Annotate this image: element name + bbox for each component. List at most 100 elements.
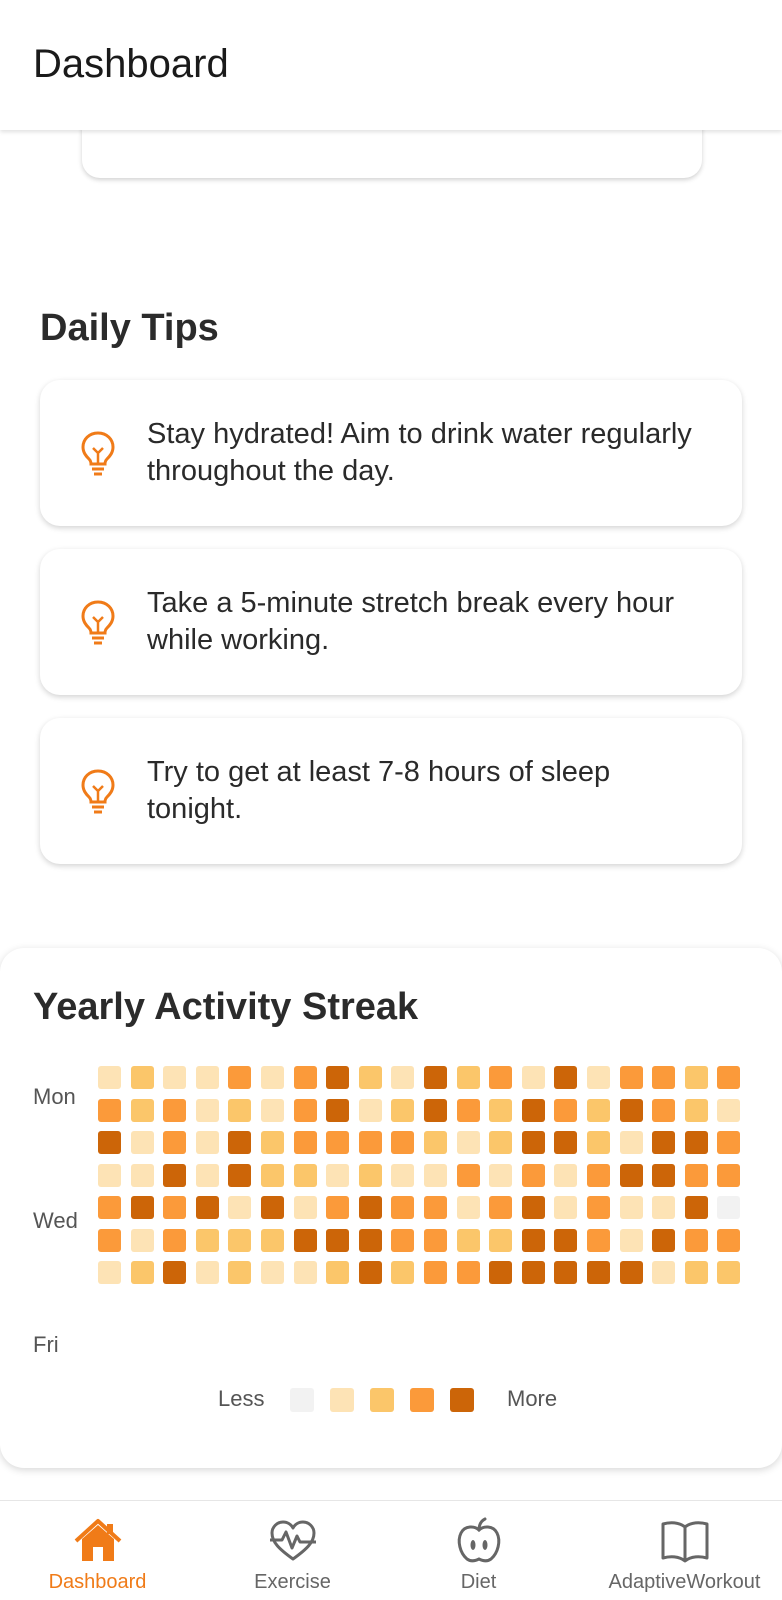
heatmap-cell xyxy=(228,1066,252,1089)
heatmap-cell xyxy=(326,1098,350,1122)
heatmap-cell xyxy=(98,1131,121,1154)
heatmap-cell xyxy=(391,1066,415,1089)
nav-item-exercise[interactable]: Exercise xyxy=(195,1501,390,1600)
heatmap-cell xyxy=(489,1261,513,1284)
heatmap-cell xyxy=(293,1196,317,1219)
heatmap-cell xyxy=(456,1131,480,1154)
heatmap-cell xyxy=(228,1163,252,1187)
heatmap-cell xyxy=(358,1261,382,1284)
heatmap-cell xyxy=(163,1131,187,1154)
heatmap-cell xyxy=(489,1066,513,1089)
heatmap-cell xyxy=(717,1163,741,1187)
legend-swatch-1 xyxy=(330,1388,354,1412)
heatmap-cell xyxy=(228,1131,252,1154)
heatmap-cell xyxy=(554,1196,578,1219)
heatmap-cell xyxy=(423,1098,447,1122)
heatmap-cell xyxy=(423,1131,447,1154)
nav-item-adaptiveworkout[interactable]: AdaptiveWorkout xyxy=(587,1501,782,1600)
heatmap-cell xyxy=(586,1098,610,1122)
heatmap-cell xyxy=(652,1131,676,1154)
heatmap-cell xyxy=(456,1163,480,1187)
heatmap-cell xyxy=(521,1066,545,1089)
heatmap-cell xyxy=(521,1098,545,1122)
heatmap-cell xyxy=(489,1131,513,1154)
legend-swatch-2 xyxy=(370,1388,394,1412)
heatmap-cell xyxy=(456,1066,480,1089)
heatmap-cell xyxy=(163,1261,187,1284)
heatmap-cell xyxy=(652,1261,676,1284)
heatmap-cell xyxy=(391,1228,415,1252)
nav-label-dashboard: Dashboard xyxy=(48,1571,147,1593)
heatmap-cell xyxy=(260,1163,284,1187)
heatmap-cell xyxy=(586,1131,610,1154)
tip-card: Stay hydrated! Aim to drink water regula… xyxy=(40,380,742,526)
heatmap-cell xyxy=(619,1261,643,1284)
heatmap-cell xyxy=(489,1098,513,1122)
nav-item-diet[interactable]: Diet xyxy=(381,1501,576,1600)
lightbulb-icon xyxy=(81,769,115,814)
heatmap-cell xyxy=(98,1228,121,1252)
heatmap-cell xyxy=(195,1163,219,1187)
heatmap-cell xyxy=(684,1228,708,1252)
heatmap-cell xyxy=(456,1261,480,1284)
heatmap-cell xyxy=(684,1163,708,1187)
heatmap-cell xyxy=(228,1196,252,1219)
heatmap-cell xyxy=(391,1163,415,1187)
heatmap-cell xyxy=(586,1228,610,1252)
heatmap-cell xyxy=(195,1228,219,1252)
heatmap-cell xyxy=(195,1131,219,1154)
heatmap-cell xyxy=(489,1163,513,1187)
heatmap-cell xyxy=(684,1131,708,1154)
heatmap-cell xyxy=(98,1098,121,1122)
heatmap-cell xyxy=(554,1066,578,1089)
heatmap-cell xyxy=(423,1261,447,1284)
heatmap-cell xyxy=(98,1261,121,1284)
heatmap-cell xyxy=(358,1098,382,1122)
heatmap-cell xyxy=(163,1196,187,1219)
legend-swatch-4 xyxy=(450,1388,474,1412)
heatmap-cell xyxy=(619,1228,643,1252)
lightbulb-icon xyxy=(81,431,115,476)
daily-tips-title: Daily Tips xyxy=(40,307,219,349)
heatmap-cell xyxy=(195,1261,219,1284)
heatmap-cell xyxy=(293,1261,317,1284)
heatmap-cell xyxy=(391,1131,415,1154)
heatmap-cell xyxy=(586,1196,610,1219)
heatmap-cell xyxy=(130,1196,154,1219)
heatmap-cell xyxy=(554,1228,578,1252)
heatmap-cell xyxy=(684,1196,708,1219)
heatmap-cell xyxy=(130,1131,154,1154)
heatmap-cell xyxy=(456,1098,480,1122)
heatmap-cell xyxy=(326,1196,350,1219)
heatmap-cell xyxy=(228,1261,252,1284)
nav-item-dashboard[interactable]: Dashboard xyxy=(0,1501,195,1600)
heatmap-cell xyxy=(293,1163,317,1187)
heatmap-cell xyxy=(260,1066,284,1089)
heatmap-cell xyxy=(619,1131,643,1154)
heatmap-cell xyxy=(554,1163,578,1187)
heatmap-cell xyxy=(326,1228,350,1252)
tip-card: Take a 5-minute stretch break every hour… xyxy=(40,549,742,695)
heatmap-cell xyxy=(391,1098,415,1122)
heatmap-cell xyxy=(717,1261,741,1284)
app-bar: Dashboard xyxy=(0,0,782,130)
heatmap-cell xyxy=(521,1196,545,1219)
activity-streak-title: Yearly Activity Streak xyxy=(33,986,419,1028)
heatmap-cell xyxy=(98,1196,121,1219)
heatmap-cell xyxy=(717,1228,741,1252)
heatmap-cell xyxy=(521,1261,545,1284)
heatmap-cell xyxy=(293,1066,317,1089)
heatmap-cell xyxy=(228,1228,252,1252)
heatmap-cell xyxy=(489,1196,513,1219)
heatmap-cell xyxy=(456,1228,480,1252)
heatmap-cell xyxy=(260,1261,284,1284)
heatmap-cell xyxy=(98,1163,121,1187)
tip-card: Try to get at least 7-8 hours of sleep t… xyxy=(40,718,742,864)
heatmap-cell xyxy=(130,1228,154,1252)
tip-text: Stay hydrated! Aim to drink water regula… xyxy=(147,418,692,487)
heatmap-cell xyxy=(619,1196,643,1219)
heatmap-cell xyxy=(521,1163,545,1187)
nav-label-adaptiveworkout: AdaptiveWorkout xyxy=(608,1571,761,1593)
heatmap-cell xyxy=(717,1066,741,1089)
heatmap-cell xyxy=(619,1163,643,1187)
